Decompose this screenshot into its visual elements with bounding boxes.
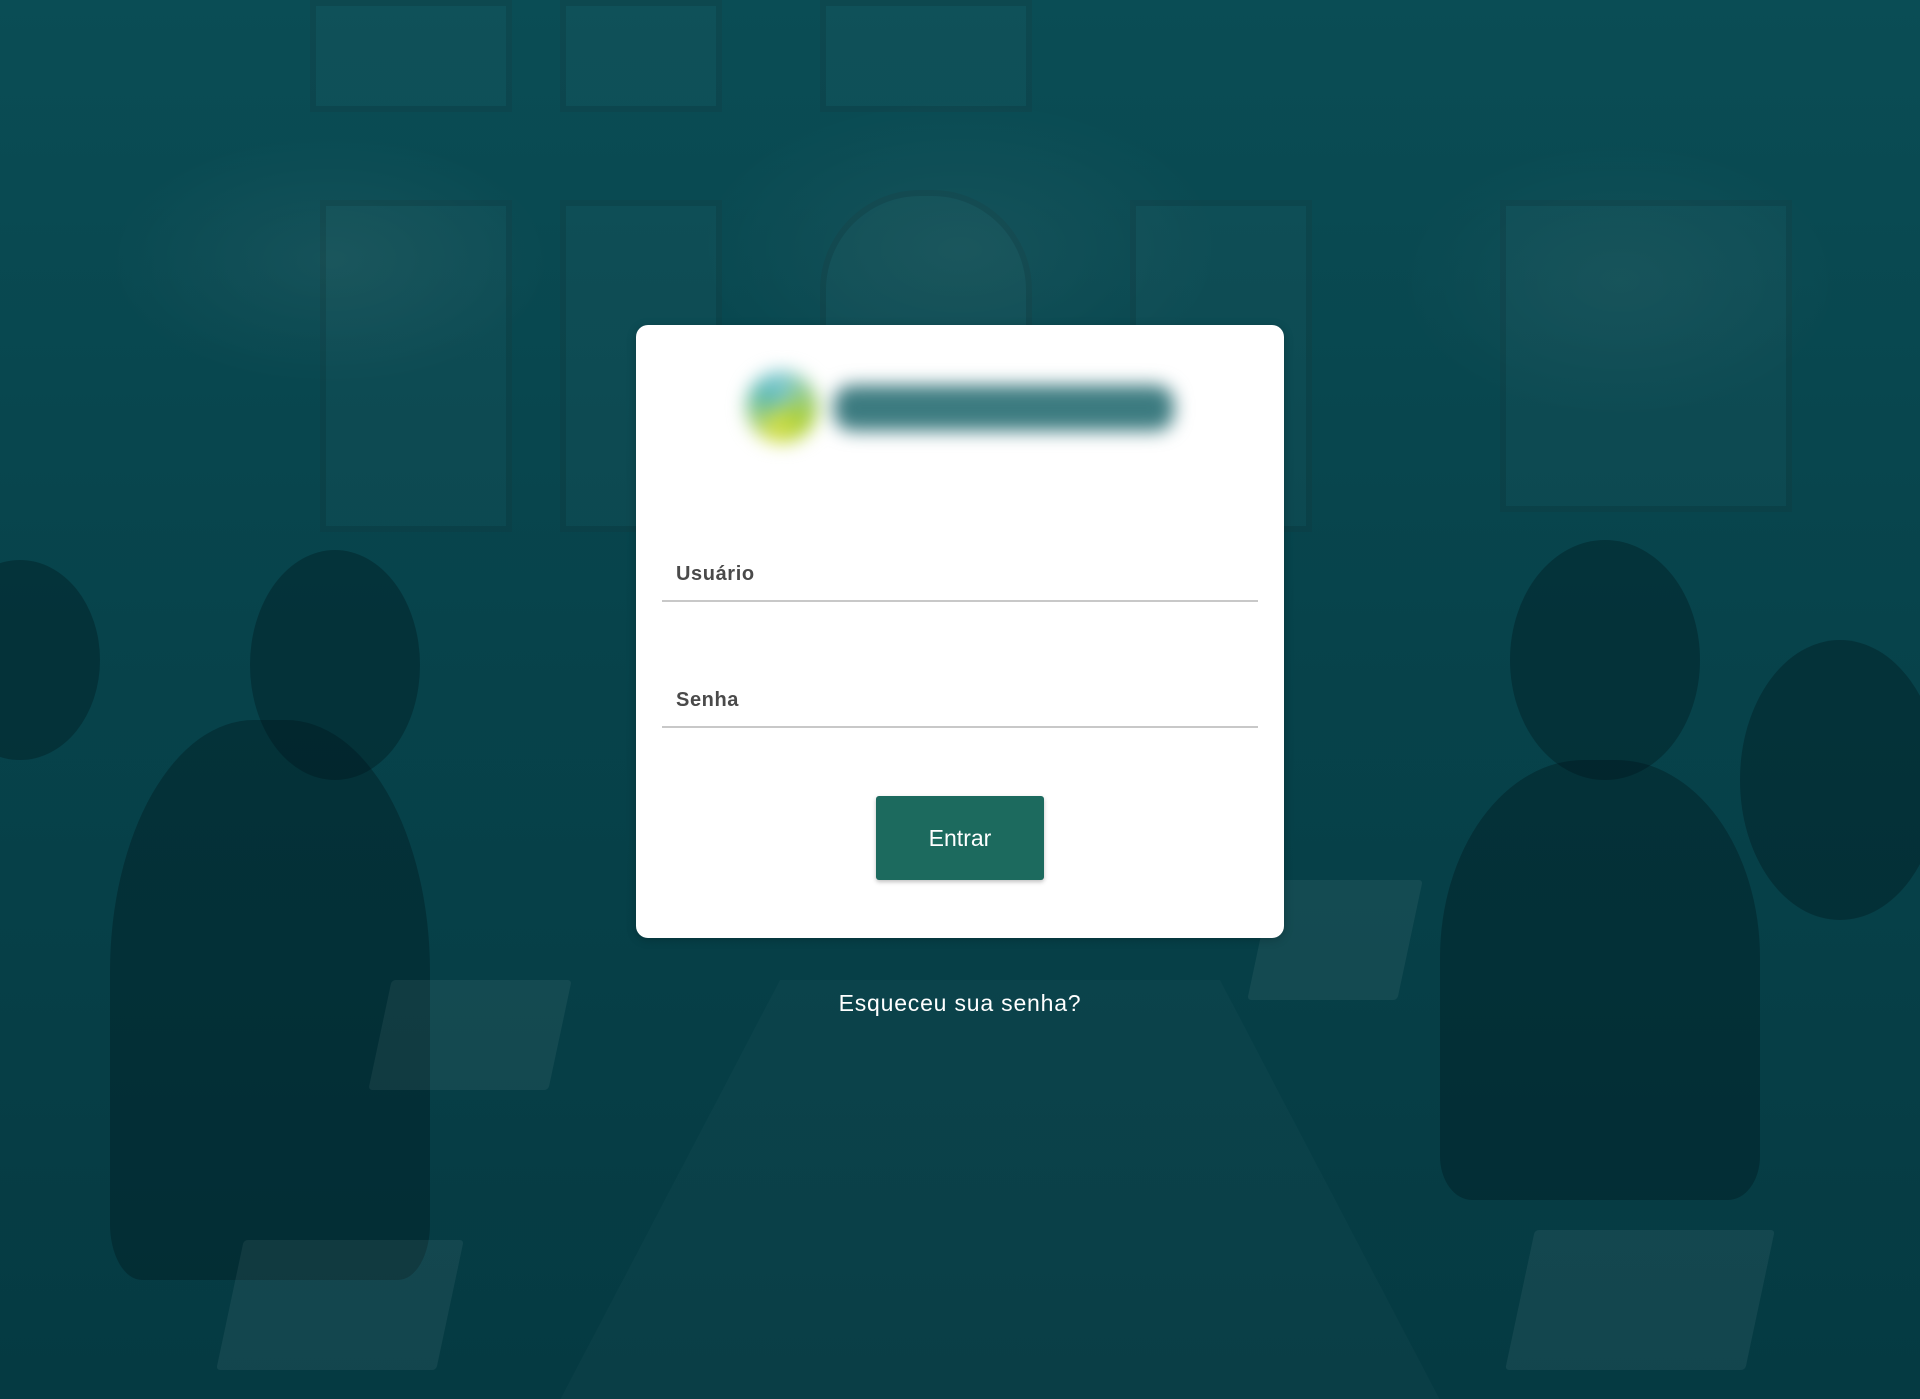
person-silhouette xyxy=(110,720,430,1280)
password-field xyxy=(662,674,1258,728)
logo-wordmark xyxy=(834,385,1174,431)
person-silhouette xyxy=(1510,540,1700,780)
logo-mark-icon xyxy=(746,371,818,443)
login-button[interactable]: Entrar xyxy=(876,796,1044,880)
background-window xyxy=(1500,200,1792,512)
background-window xyxy=(310,0,512,112)
background-window xyxy=(820,0,1032,112)
password-input[interactable] xyxy=(662,674,1258,726)
laptop-silhouette xyxy=(1505,1230,1775,1370)
username-field xyxy=(662,548,1258,602)
username-input[interactable] xyxy=(662,548,1258,600)
background-window xyxy=(320,200,512,532)
laptop-silhouette xyxy=(368,980,572,1090)
person-silhouette xyxy=(0,560,100,760)
forgot-password-link[interactable]: Esqueceu sua senha? xyxy=(760,990,1160,1017)
background-window xyxy=(560,0,722,112)
company-logo xyxy=(706,343,1206,463)
person-silhouette xyxy=(1440,760,1760,1200)
person-silhouette xyxy=(1740,640,1920,920)
person-silhouette xyxy=(250,550,420,780)
meeting-table xyxy=(560,980,1440,1399)
laptop-silhouette xyxy=(216,1240,464,1370)
